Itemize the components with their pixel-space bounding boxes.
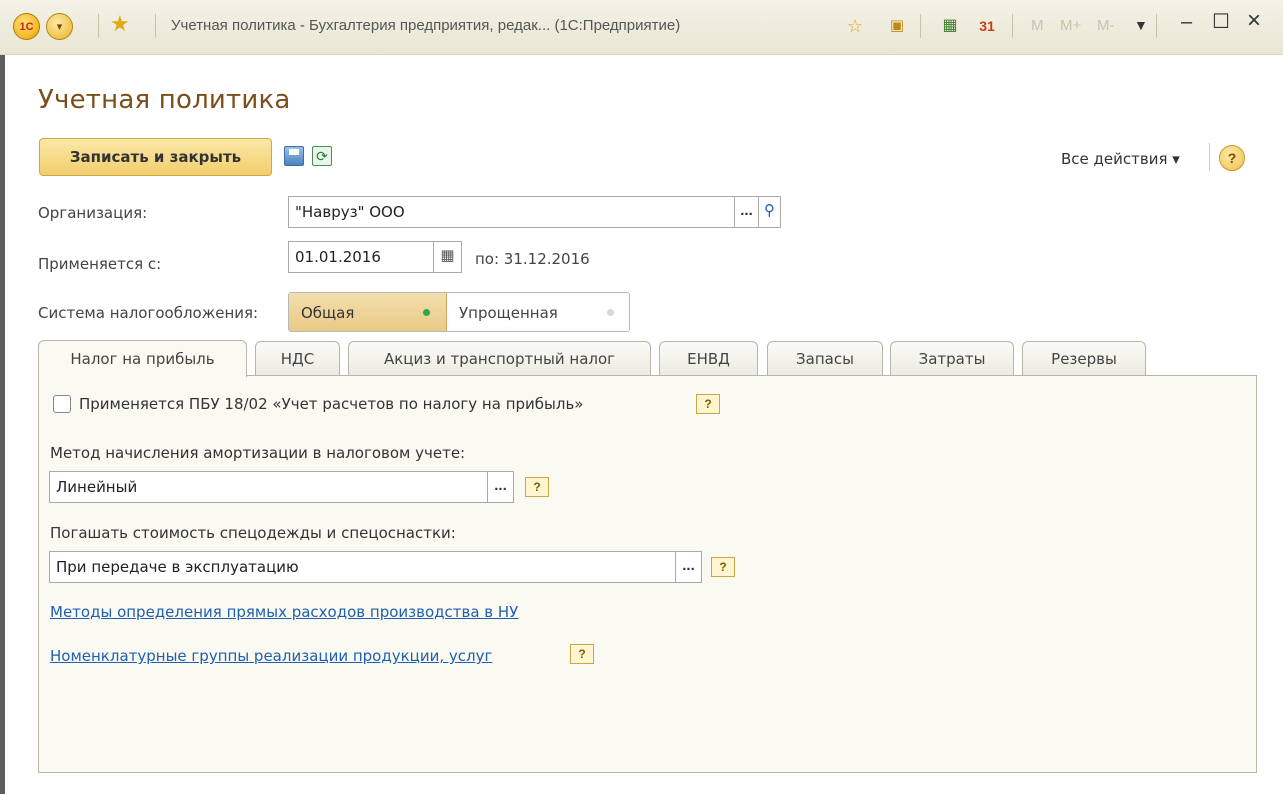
tax-system-option-general[interactable]: Общая — [289, 293, 447, 331]
close-button[interactable]: × — [1247, 9, 1261, 33]
memory-m-button[interactable]: M — [1031, 17, 1044, 34]
maximize-button[interactable]: ☐ — [1212, 12, 1230, 32]
option-label: Упрощенная — [459, 304, 558, 322]
save-icon[interactable] — [284, 146, 304, 166]
tab-excise-transport[interactable]: Акциз и транспортный налог — [348, 341, 651, 376]
calendar-icon[interactable]: 31 — [975, 14, 999, 38]
select-ellipsis-button[interactable]: ... — [488, 471, 514, 503]
window-edge — [0, 55, 5, 794]
select-ellipsis-button[interactable]: ... — [735, 196, 759, 228]
tab-stocks[interactable]: Запасы — [767, 341, 883, 376]
select-ellipsis-button[interactable]: ... — [676, 551, 702, 583]
pbu-checkbox[interactable] — [53, 395, 71, 413]
help-hint-icon[interactable]: ? — [570, 644, 594, 664]
calendar-picker-icon[interactable]: ▦ — [434, 241, 462, 273]
calculator-icon[interactable]: ▦ — [938, 14, 962, 38]
tax-system-option-simplified[interactable]: Упрощенная — [447, 293, 629, 331]
divider — [920, 14, 921, 38]
tax-system-label: Система налогообложения: — [38, 304, 259, 322]
minimize-button[interactable]: – — [1181, 12, 1192, 32]
amortization-field[interactable]: Линейный — [49, 471, 488, 503]
bookmark-icon[interactable]: ▣ — [885, 14, 909, 38]
app-logo-icon[interactable]: 1С — [13, 13, 40, 40]
divider — [1012, 14, 1013, 38]
help-hint-icon[interactable]: ? — [711, 557, 735, 577]
help-icon[interactable]: ? — [1219, 145, 1245, 171]
favorites-star-icon[interactable]: ★ — [110, 13, 130, 35]
tab-profit-tax[interactable]: Налог на прибыль — [38, 340, 247, 377]
add-favorite-icon[interactable]: ☆ — [843, 14, 867, 38]
help-hint-icon[interactable]: ? — [696, 394, 720, 414]
tab-costs[interactable]: Затраты — [890, 341, 1014, 376]
refresh-icon[interactable]: ⟳ — [312, 146, 332, 166]
unselected-dot-icon — [607, 309, 614, 316]
tab-reserves[interactable]: Резервы — [1022, 341, 1146, 376]
pbu-checkbox-label[interactable]: Применяется ПБУ 18/02 «Учет расчетов по … — [79, 395, 583, 413]
organization-field[interactable]: "Навруз" ООО — [288, 196, 735, 228]
workwear-label: Погашать стоимость спецодежды и спецосна… — [50, 524, 456, 542]
organization-label: Организация: — [38, 204, 148, 222]
workwear-field[interactable]: При передаче в эксплуатацию — [49, 551, 676, 583]
tab-vat[interactable]: НДС — [255, 341, 340, 376]
tab-envd[interactable]: ЕНВД — [659, 341, 758, 376]
applies-from-label: Применяется с: — [38, 255, 162, 273]
direct-costs-link[interactable]: Методы определения прямых расходов произ… — [50, 603, 518, 621]
amortization-label: Метод начисления амортизации в налоговом… — [50, 444, 466, 462]
title-bar: 1С ▾ ★ Учетная политика - Бухгалтерия пр… — [0, 0, 1283, 55]
selected-dot-icon — [423, 309, 430, 316]
divider — [1156, 14, 1157, 38]
save-and-close-button[interactable]: Записать и закрыть — [39, 138, 272, 176]
help-hint-icon[interactable]: ? — [525, 477, 549, 497]
search-icon[interactable]: ⚲ — [759, 196, 781, 228]
divider — [1209, 143, 1210, 171]
main-menu-button[interactable]: ▾ — [46, 13, 73, 40]
divider — [98, 14, 99, 38]
dropdown-arrow-icon[interactable]: ▼ — [1134, 18, 1148, 32]
window-title: Учетная политика - Бухгалтерия предприят… — [171, 17, 681, 34]
memory-m-minus-button[interactable]: M- — [1097, 17, 1115, 34]
all-actions-menu[interactable]: Все действия ▾ — [1061, 150, 1180, 168]
nomenclature-groups-link[interactable]: Номенклатурные группы реализации продукц… — [50, 647, 492, 665]
memory-m-plus-button[interactable]: M+ — [1060, 17, 1081, 34]
tax-system-switch: Общая Упрощенная — [288, 292, 630, 332]
applies-to-text: по: 31.12.2016 — [475, 250, 590, 268]
option-label: Общая — [301, 304, 355, 322]
applies-from-date-field[interactable]: 01.01.2016 — [288, 241, 434, 273]
divider — [155, 14, 156, 38]
page-title: Учетная политика — [38, 85, 291, 115]
